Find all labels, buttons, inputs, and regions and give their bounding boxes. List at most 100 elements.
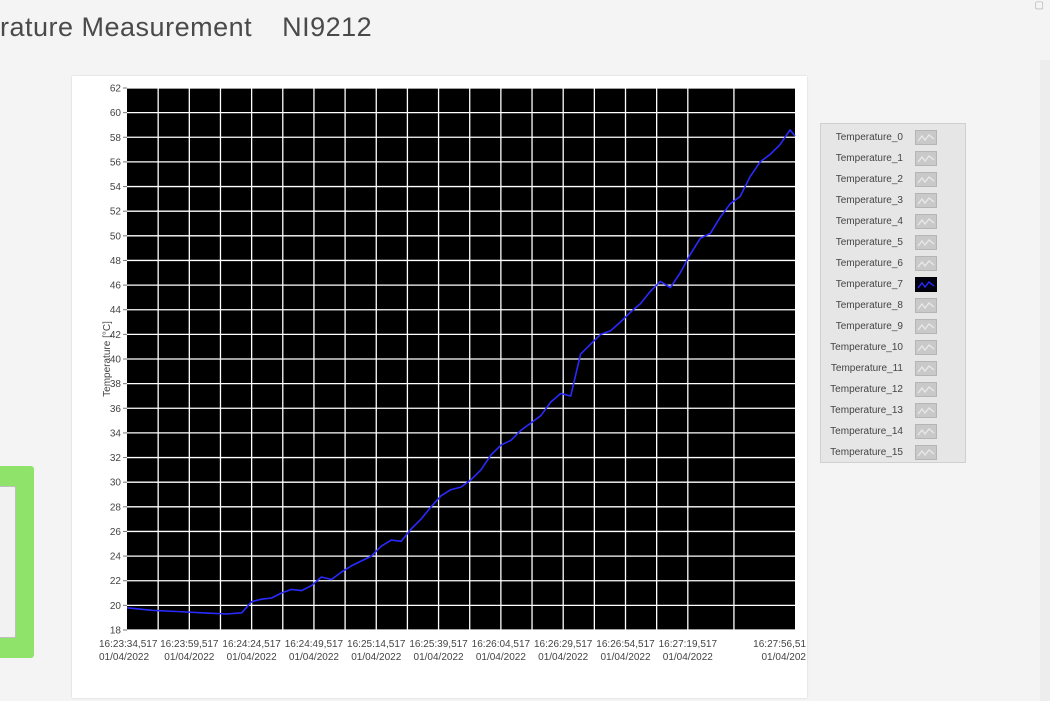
- legend-item-13[interactable]: Temperature_13: [821, 400, 965, 421]
- legend-swatch-icon[interactable]: [915, 214, 937, 229]
- legend-swatch-icon[interactable]: [915, 172, 937, 187]
- window-corner-icon[interactable]: ▢: [1035, 0, 1044, 11]
- y-tick-label-5: 28: [110, 502, 122, 513]
- legend-item-11[interactable]: Temperature_11: [821, 358, 965, 379]
- y-tick-label-7: 32: [110, 453, 122, 464]
- legend-label: Temperature_7: [835, 279, 903, 290]
- y-tick-label-0: 18: [110, 626, 122, 637]
- x-tick-time-9: 16:27:19,517: [659, 639, 718, 650]
- y-tick-label-14: 46: [110, 281, 122, 292]
- legend-item-10[interactable]: Temperature_10: [821, 337, 965, 358]
- y-tick-label-21: 60: [110, 108, 122, 119]
- x-tick-time-8: 16:26:54,517: [596, 639, 655, 650]
- legend-item-3[interactable]: Temperature_3: [821, 190, 965, 211]
- legend-label: Temperature_12: [830, 384, 903, 395]
- legend-label: Temperature_1: [835, 153, 903, 164]
- x-tick-date-6: 01/04/2022: [476, 652, 526, 663]
- y-tick-label-2: 22: [110, 576, 122, 587]
- chart-panel: 18 20 22 24 26 28 30 32 34 36 38 40 42 44 46 48 50 52 54 56…: [72, 76, 807, 698]
- legend-label: Temperature_2: [835, 174, 903, 185]
- legend-swatch-icon[interactable]: [915, 424, 937, 439]
- plot-legend: Temperature_0 Temperature_1 Temperature_2 T…: [820, 123, 966, 463]
- legend-swatch-icon[interactable]: [915, 382, 937, 397]
- legend-swatch-icon[interactable]: [915, 361, 937, 376]
- y-tick-label-13: 44: [110, 305, 122, 316]
- x-tick-time-10: 16:27:56,51: [753, 639, 806, 650]
- legend-label: Temperature_10: [830, 342, 903, 353]
- legend-item-15[interactable]: Temperature_15: [821, 442, 965, 463]
- toggle-button[interactable]: [0, 486, 16, 638]
- legend-swatch-icon[interactable]: [915, 298, 937, 313]
- legend-label: Temperature_15: [830, 447, 903, 458]
- window-scrollbar[interactable]: [1040, 60, 1050, 701]
- legend-label: Temperature_5: [835, 237, 903, 248]
- legend-swatch-icon[interactable]: [915, 235, 937, 250]
- legend-item-4[interactable]: Temperature_4: [821, 211, 965, 232]
- legend-label: Temperature_3: [835, 195, 903, 206]
- title-text: rature Measurement: [0, 12, 253, 42]
- x-tick-time-4: 16:25:14,517: [347, 639, 406, 650]
- y-tick-label-4: 26: [110, 527, 122, 538]
- legend-item-1[interactable]: Temperature_1: [821, 148, 965, 169]
- y-tick-label-17: 52: [110, 207, 122, 218]
- legend-swatch-icon[interactable]: [915, 445, 937, 460]
- y-tick-label-8: 34: [110, 428, 122, 439]
- legend-swatch-icon[interactable]: [915, 319, 937, 334]
- legend-label: Temperature_0: [835, 132, 903, 143]
- y-tick-label-16: 50: [110, 231, 122, 242]
- x-tick-time-5: 16:25:39,517: [409, 639, 468, 650]
- x-tick-time-3: 16:24:49,517: [285, 639, 344, 650]
- x-tick-date-3: 01/04/2022: [289, 652, 339, 663]
- y-tick-label-1: 20: [110, 601, 122, 612]
- legend-label: Temperature_6: [835, 258, 903, 269]
- legend-swatch-icon[interactable]: [915, 193, 937, 208]
- legend-label: Temperature_9: [835, 321, 903, 332]
- y-tick-label-15: 48: [110, 256, 122, 267]
- x-tick-date-9: 01/04/2022: [663, 652, 713, 663]
- y-tick-label-6: 30: [110, 478, 122, 489]
- legend-swatch-icon[interactable]: [915, 340, 937, 355]
- window-title: rature Measurement NI9212: [0, 12, 372, 43]
- legend-item-14[interactable]: Temperature_14: [821, 421, 965, 442]
- x-tick-date-5: 01/04/2022: [414, 652, 464, 663]
- legend-label: Temperature_14: [830, 426, 903, 437]
- legend-label: Temperature_8: [835, 300, 903, 311]
- x-tick-time-7: 16:26:29,517: [534, 639, 593, 650]
- legend-item-9[interactable]: Temperature_9: [821, 316, 965, 337]
- x-tick-date-1: 01/04/2022: [164, 652, 214, 663]
- x-tick-time-2: 16:24:24,517: [222, 639, 281, 650]
- legend-item-12[interactable]: Temperature_12: [821, 379, 965, 400]
- legend-item-7[interactable]: Temperature_7: [821, 274, 965, 295]
- legend-swatch-icon[interactable]: [915, 403, 937, 418]
- temperature-chart: 1820222426283032343638404244464850525456…: [99, 84, 807, 664]
- legend-item-2[interactable]: Temperature_2: [821, 169, 965, 190]
- legend-item-8[interactable]: Temperature_8: [821, 295, 965, 316]
- toggle-control[interactable]: [0, 466, 34, 658]
- legend-swatch-icon[interactable]: [915, 130, 937, 145]
- legend-swatch-icon[interactable]: [915, 256, 937, 271]
- x-tick-date-2: 01/04/2022: [227, 652, 277, 663]
- x-tick-date-8: 01/04/2022: [600, 652, 650, 663]
- legend-swatch-icon[interactable]: [915, 277, 937, 292]
- legend-swatch-icon[interactable]: [915, 151, 937, 166]
- legend-item-0[interactable]: Temperature_0: [821, 127, 965, 148]
- legend-item-5[interactable]: Temperature_5: [821, 232, 965, 253]
- x-tick-date-10: 01/04/202: [762, 652, 807, 663]
- legend-item-6[interactable]: Temperature_6: [821, 253, 965, 274]
- y-tick-label-3: 24: [110, 552, 122, 563]
- y-tick-label-22: 62: [110, 84, 122, 95]
- x-tick-time-1: 16:23:59,517: [160, 639, 219, 650]
- x-tick-time-0: 16:23:34,517: [99, 639, 158, 650]
- y-tick-label-19: 56: [110, 157, 122, 168]
- y-tick-label-20: 58: [110, 133, 122, 144]
- x-tick-time-6: 16:26:04,517: [472, 639, 531, 650]
- legend-label: Temperature_11: [830, 363, 903, 374]
- x-tick-date-7: 01/04/2022: [538, 652, 588, 663]
- device-name: NI9212: [282, 12, 373, 42]
- legend-label: Temperature_13: [830, 405, 903, 416]
- y-tick-label-9: 36: [110, 404, 122, 415]
- x-tick-date-0: 01/04/2022: [99, 652, 149, 663]
- x-tick-date-4: 01/04/2022: [351, 652, 401, 663]
- y-axis-label: Temperature [°C]: [102, 321, 113, 397]
- y-tick-label-18: 54: [110, 182, 122, 193]
